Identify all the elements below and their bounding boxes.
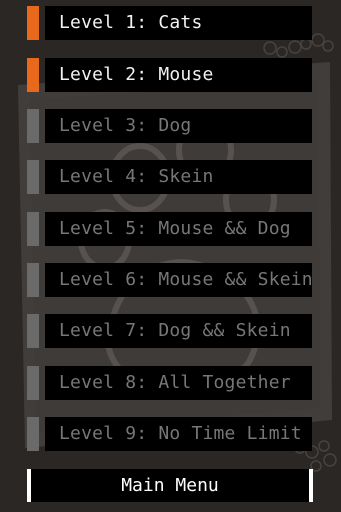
level-locked-indicator [27, 212, 39, 246]
level-9-button[interactable]: Level 9: No Time Limit [0, 417, 341, 451]
level-label: Level 4: Skein [45, 160, 312, 194]
level-label: Level 2: Mouse [45, 58, 312, 92]
level-8-button[interactable]: Level 8: All Together [0, 366, 341, 400]
level-locked-indicator [27, 160, 39, 194]
level-3-button[interactable]: Level 3: Dog [0, 109, 341, 143]
level-unlocked-indicator [27, 6, 39, 40]
level-label: Level 5: Mouse && Dog [45, 212, 312, 246]
level-2-button[interactable]: Level 2: Mouse [0, 58, 341, 92]
level-locked-indicator [27, 417, 39, 451]
level-locked-indicator [27, 366, 39, 400]
level-locked-indicator [27, 109, 39, 143]
level-1-button[interactable]: Level 1: Cats [0, 6, 341, 40]
level-label: Level 6: Mouse && Skein [45, 263, 312, 297]
level-4-button[interactable]: Level 4: Skein [0, 160, 341, 194]
level-locked-indicator [27, 263, 39, 297]
level-label: Level 3: Dog [45, 109, 312, 143]
main-menu-button[interactable]: Main Menu [27, 469, 313, 502]
level-unlocked-indicator [27, 58, 39, 92]
level-6-button[interactable]: Level 6: Mouse && Skein [0, 263, 341, 297]
level-label: Level 9: No Time Limit [45, 417, 312, 451]
main-menu-right-bar [309, 469, 313, 502]
level-5-button[interactable]: Level 5: Mouse && Dog [0, 212, 341, 246]
level-label: Level 1: Cats [45, 6, 312, 40]
level-7-button[interactable]: Level 7: Dog && Skein [0, 314, 341, 348]
level-label: Level 7: Dog && Skein [45, 314, 312, 348]
level-label: Level 8: All Together [45, 366, 312, 400]
level-locked-indicator [27, 314, 39, 348]
main-menu-label: Main Menu [121, 475, 219, 496]
